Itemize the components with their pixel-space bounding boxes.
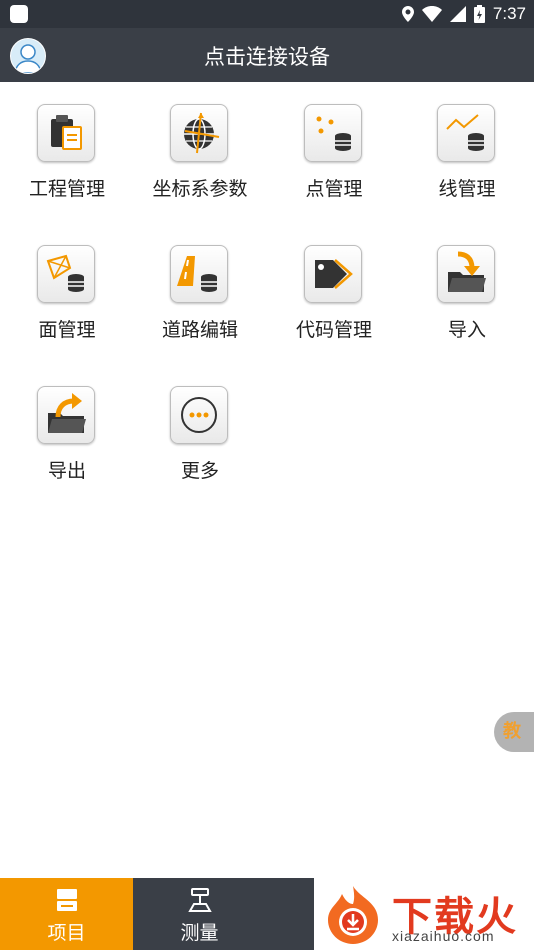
- tutorial-side-tab[interactable]: 教: [494, 712, 534, 752]
- status-icons: 7:37: [401, 3, 526, 25]
- export-folder-icon: [37, 386, 95, 444]
- grid-item-coordinate[interactable]: 坐标系参数: [133, 82, 267, 222]
- import-folder-icon: [437, 245, 495, 303]
- flame-logo-icon: [328, 886, 378, 944]
- grid-item-label: 导入: [447, 319, 486, 341]
- grid-item-code[interactable]: 代码管理: [267, 223, 401, 363]
- page-title[interactable]: 点击连接设备: [0, 41, 534, 71]
- grid-item-label: 坐标系参数: [152, 178, 248, 200]
- more-icon: [170, 386, 228, 444]
- tab-measure[interactable]: 测量: [133, 878, 266, 950]
- app-bar: 点击连接设备: [0, 28, 534, 82]
- grid-item-points[interactable]: 点管理: [267, 82, 401, 222]
- project-icon: [56, 889, 77, 911]
- grid-item-label: 代码管理: [295, 319, 372, 341]
- status-time: 7:37: [492, 4, 526, 23]
- status-bar: 7:37: [0, 0, 534, 28]
- measure-icon: [187, 888, 212, 912]
- notification-icon: [10, 5, 28, 23]
- code-tag-icon: [304, 245, 362, 303]
- signal-icon: [449, 6, 466, 22]
- watermark-logo: 下载火 xiazaihuo.com: [314, 878, 534, 950]
- line-database-icon: [437, 104, 495, 162]
- grid-item-label: 导出: [47, 460, 86, 482]
- grid-item-export[interactable]: 导出: [0, 364, 134, 504]
- grid-item-lines[interactable]: 线管理: [400, 82, 534, 222]
- grid-item-label: 面管理: [38, 319, 96, 341]
- location-icon: [401, 6, 414, 22]
- grid-item-label: 线管理: [438, 178, 496, 200]
- grid-item-label: 点管理: [305, 178, 363, 200]
- grid-item-label: 工程管理: [28, 178, 105, 200]
- points-database-icon: [304, 104, 362, 162]
- battery-icon: [473, 5, 485, 23]
- tab-project[interactable]: 项目: [0, 878, 133, 950]
- grid-item-import[interactable]: 导入: [400, 223, 534, 363]
- grid-item-project[interactable]: 工程管理: [0, 82, 134, 222]
- tab-label: 测量: [180, 922, 219, 944]
- grid-item-more[interactable]: 更多: [133, 364, 267, 504]
- project-clipboard-icon: [37, 104, 95, 162]
- road-database-icon: [170, 245, 228, 303]
- grid-item-road[interactable]: 道路编辑: [133, 223, 267, 363]
- grid-item-polygons[interactable]: 面管理: [0, 223, 134, 363]
- grid-item-label: 更多: [180, 460, 219, 482]
- tab-label: 项目: [47, 922, 86, 944]
- wifi-icon: [421, 6, 442, 22]
- polygon-database-icon: [37, 245, 95, 303]
- globe-coordinate-icon: [170, 104, 228, 162]
- watermark-url: xiazaihuo.com: [392, 928, 495, 944]
- grid-item-label: 道路编辑: [161, 319, 238, 341]
